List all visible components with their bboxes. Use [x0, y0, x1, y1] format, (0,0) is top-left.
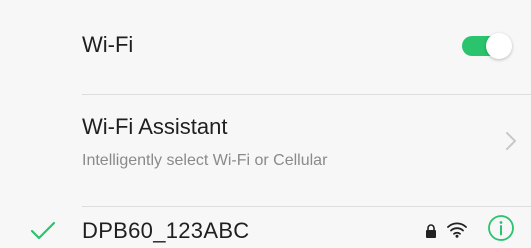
wifi-settings-screen: Wi-Fi Wi-Fi Assistant Intelligently sele…	[0, 0, 531, 248]
checkmark-icon	[30, 220, 56, 242]
wifi-assistant-title: Wi-Fi Assistant	[82, 114, 228, 139]
info-icon[interactable]	[487, 214, 515, 242]
wifi-label: Wi-Fi	[82, 32, 134, 57]
wifi-toggle[interactable]	[462, 33, 512, 59]
wifi-assistant-subtitle: Intelligently select Wi-Fi or Cellular	[82, 152, 328, 169]
chevron-right-icon	[505, 130, 517, 152]
wifi-signal-icon	[447, 222, 467, 238]
lock-icon	[425, 224, 437, 238]
wifi-toggle-row[interactable]: Wi-Fi	[0, 0, 531, 94]
wifi-toggle-knob	[486, 33, 512, 59]
wifi-assistant-row[interactable]: Wi-Fi Assistant Intelligently select Wi-…	[0, 94, 531, 206]
network-name: DPB60_123ABC	[82, 218, 250, 243]
network-row-dpb60[interactable]: DPB60_123ABC	[0, 206, 531, 248]
